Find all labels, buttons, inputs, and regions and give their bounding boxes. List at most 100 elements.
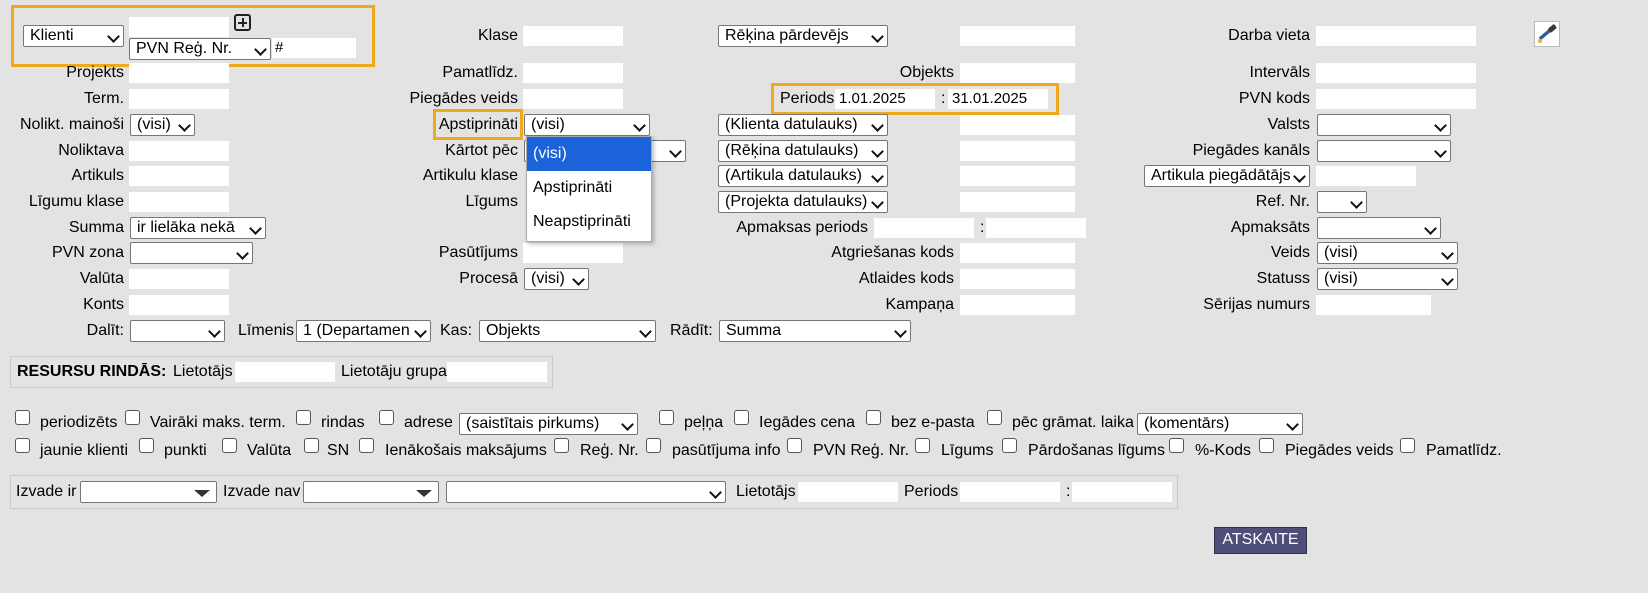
checkbox-iegades-cena[interactable] <box>734 410 749 425</box>
label-serijas-numurs: Sērijas numurs <box>1203 296 1310 313</box>
checkbox-piegades-veids[interactable] <box>1259 438 1274 453</box>
dropdown-option-apstiprinati[interactable]: Apstiprināti <box>527 171 651 205</box>
period-from-input[interactable]: 1.01.2025 <box>835 89 935 109</box>
procesa-select[interactable]: (visi) <box>524 268 589 290</box>
apmaksats-select[interactable] <box>1317 217 1441 239</box>
checkbox-adrese[interactable] <box>379 410 394 425</box>
lietotaju-grupa-input[interactable] <box>447 362 547 382</box>
chevron-down-icon <box>709 486 722 499</box>
checkbox-pelna[interactable] <box>659 410 674 425</box>
kas-select[interactable]: Objekts <box>479 320 656 342</box>
checkbox-reg-nr[interactable] <box>554 438 569 453</box>
highlight-apstiprinati <box>433 109 523 140</box>
izvade-ir-select[interactable] <box>80 481 217 503</box>
output-periods-to[interactable] <box>1072 482 1172 502</box>
checkbox-pamatlidz[interactable] <box>1400 438 1415 453</box>
artikula-piegadatajs-select[interactable]: Artikula piegādātājs <box>1144 165 1310 187</box>
report-button[interactable]: ATSKAITE <box>1214 527 1307 554</box>
radit-select[interactable]: Summa <box>719 320 911 342</box>
period-to-input[interactable]: 31.01.2025 <box>948 89 1048 109</box>
pvn-kods-input[interactable] <box>1316 89 1476 109</box>
dropdown-option-neapstiprinati[interactable]: Neapstiprināti <box>527 205 651 239</box>
hammer-wrench-icon[interactable] <box>1534 21 1560 47</box>
piegades-veids-input[interactable] <box>523 89 623 109</box>
checkbox-jaunie-klienti[interactable] <box>15 438 30 453</box>
artikula-datulauks-select[interactable]: (Artikula datulauks) <box>718 165 888 187</box>
statuss-select[interactable]: (visi) <box>1317 268 1458 290</box>
checkbox-sn[interactable] <box>304 438 319 453</box>
pvn-zona-select[interactable] <box>130 242 253 264</box>
checkbox-punkti[interactable] <box>139 438 154 453</box>
apstiprinati-dropdown-list[interactable]: (visi) Apstiprināti Neapstiprināti <box>526 136 652 242</box>
term-input[interactable] <box>129 89 229 109</box>
label-objekts: Objekts <box>899 64 954 81</box>
output-periods-from[interactable] <box>960 482 1060 502</box>
artikula-datulauks-input[interactable] <box>960 166 1075 186</box>
checkbox-pasutijuma-info[interactable] <box>646 438 661 453</box>
checkbox-ienakosais[interactable] <box>359 438 374 453</box>
veids-select[interactable]: (visi) <box>1317 242 1458 264</box>
objekts-input[interactable] <box>960 63 1075 83</box>
komentars-select[interactable]: (komentārs) <box>1137 413 1303 435</box>
period-to-value: 31.01.2025 <box>952 90 1028 107</box>
projekts-input[interactable] <box>129 63 229 83</box>
checkbox-pec-gramat[interactable] <box>987 410 1002 425</box>
checkbox-bez-epasta[interactable] <box>866 410 881 425</box>
klienta-datulauks-select[interactable]: (Klienta datulauks) <box>718 114 888 136</box>
label-pvn-zona: PVN zona <box>51 244 124 261</box>
checkbox-vairaki[interactable] <box>125 410 140 425</box>
checkbox-periodizets[interactable] <box>15 410 30 425</box>
rekina-pardevejs-input[interactable] <box>960 26 1075 46</box>
klienta-datulauks-input[interactable] <box>960 115 1075 135</box>
label-bez-epasta: bez e-pasta <box>891 414 975 431</box>
pasutijums-input[interactable] <box>523 243 623 263</box>
apstiprinati-select[interactable]: (visi) <box>524 114 650 136</box>
checkbox-valuta[interactable] <box>222 438 237 453</box>
apmaksas-periods-from[interactable] <box>874 218 974 238</box>
projekta-datulauks-input[interactable] <box>960 192 1075 212</box>
summa-select[interactable]: ir lielāka nekā <box>130 217 266 239</box>
output-lietotajs-input[interactable] <box>798 482 898 502</box>
checkbox-rindas[interactable] <box>296 410 311 425</box>
nolikt-mainosi-select[interactable]: (visi) <box>130 114 195 136</box>
rekina-pardevejs-select[interactable]: Rēķina pārdevējs <box>718 25 888 47</box>
dropdown-option-visi[interactable]: (visi) <box>527 137 651 171</box>
label-punkti: punkti <box>164 442 207 459</box>
atlaides-kods-input[interactable] <box>960 269 1075 289</box>
valsts-select[interactable] <box>1317 114 1451 136</box>
atgriesanas-kods-input[interactable] <box>960 243 1075 263</box>
izvade-nav-select[interactable] <box>303 481 439 503</box>
darba-vieta-input[interactable] <box>1316 26 1476 46</box>
kampana-input[interactable] <box>960 295 1075 315</box>
chevron-down-icon <box>572 273 585 286</box>
resources-lietotajs-input[interactable] <box>235 362 335 382</box>
chevron-down-icon <box>633 119 646 132</box>
noliktava-input[interactable] <box>129 141 229 161</box>
rekina-datulauks-input[interactable] <box>960 141 1075 161</box>
apmaksas-periods-to[interactable] <box>986 218 1086 238</box>
label-darba-vieta: Darba vieta <box>1228 27 1310 44</box>
piegades-kanals-select[interactable] <box>1317 140 1451 162</box>
klase-input[interactable] <box>523 26 623 46</box>
rekina-datulauks-select[interactable]: (Rēķina datulauks) <box>718 140 888 162</box>
artikula-piegadatajs-input[interactable] <box>1316 166 1416 186</box>
projekta-datulauks-select[interactable]: (Projekta datulauks) <box>718 191 888 213</box>
konts-input[interactable] <box>129 295 229 315</box>
ref-nr-select[interactable] <box>1317 191 1367 213</box>
valuta-input[interactable] <box>129 269 229 289</box>
artikuls-input[interactable] <box>129 166 229 186</box>
dalit-select[interactable] <box>130 320 225 342</box>
serijas-numurs-input[interactable] <box>1316 295 1431 315</box>
limenis-select[interactable]: 1 (Departamen <box>296 320 431 342</box>
checkbox-ligums[interactable] <box>915 438 930 453</box>
output-extra-select[interactable] <box>446 481 726 503</box>
intervals-input[interactable] <box>1316 63 1476 83</box>
komentars-select-value: (komentārs) <box>1144 415 1230 432</box>
checkbox-pardosanas-ligums[interactable] <box>1002 438 1017 453</box>
checkbox-pvn-reg-nr[interactable] <box>787 438 802 453</box>
adrese-select[interactable]: (saistītais pirkums) <box>459 413 638 435</box>
label-nolikt-mainosi: Nolikt. mainoši <box>19 116 124 133</box>
checkbox-kods[interactable] <box>1169 438 1184 453</box>
pamatlidz-input[interactable] <box>523 63 623 83</box>
ligumu-klase-input[interactable] <box>129 192 229 212</box>
